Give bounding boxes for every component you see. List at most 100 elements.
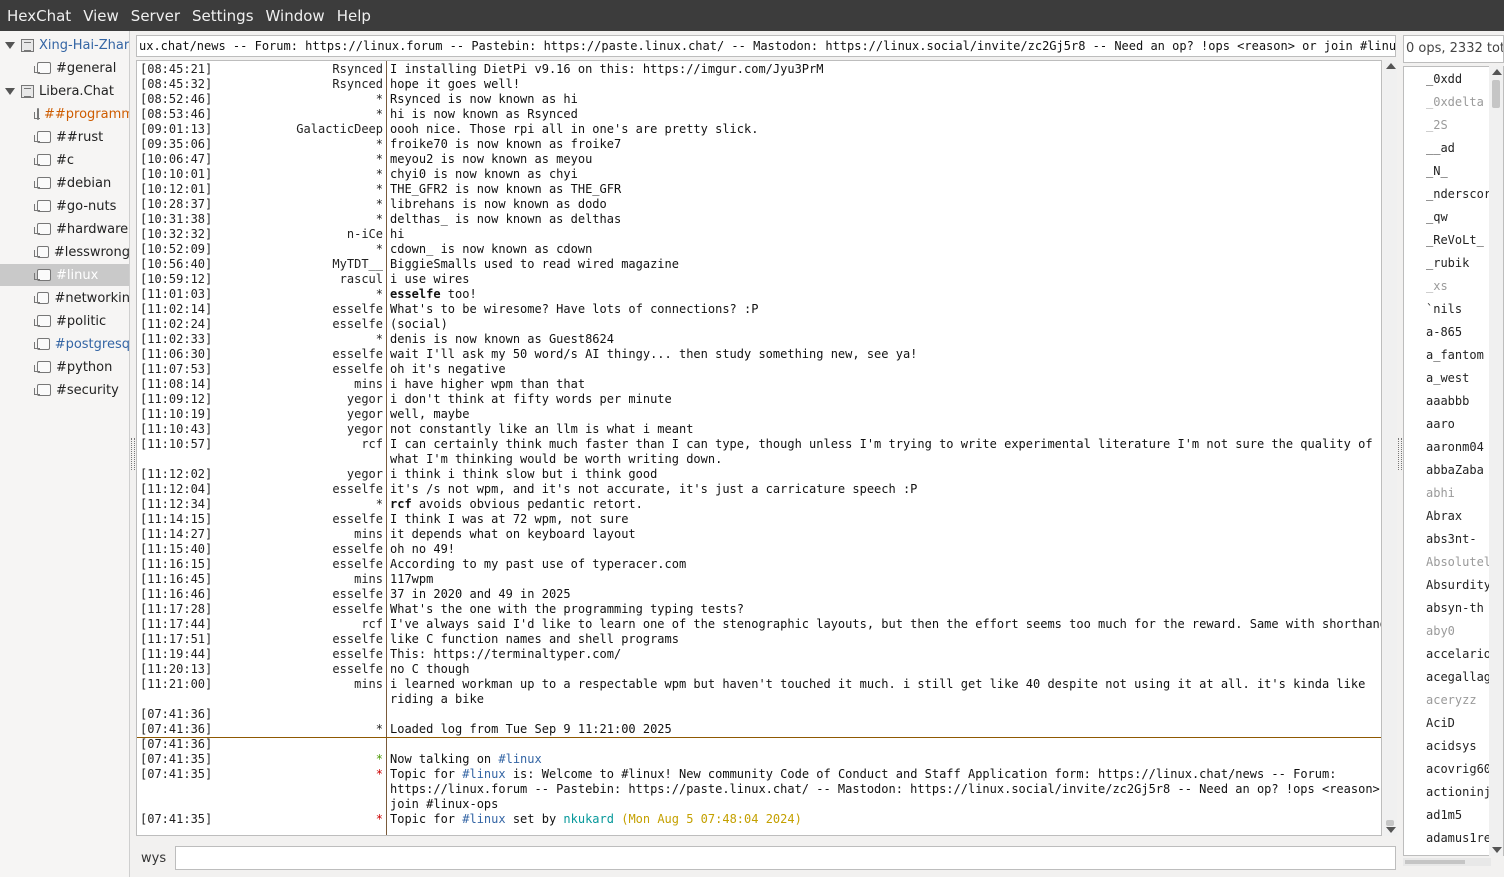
tree-channel-6[interactable]: #debian bbox=[0, 172, 129, 194]
user-list-item[interactable]: ad1m5 bbox=[1426, 805, 1462, 825]
user-list-item[interactable]: adamus1re bbox=[1426, 828, 1491, 848]
user-list-item[interactable]: accelario bbox=[1426, 644, 1491, 664]
nick[interactable]: * bbox=[376, 242, 383, 257]
nick[interactable]: * bbox=[376, 107, 383, 122]
user-list-item[interactable]: acidsys bbox=[1426, 736, 1477, 756]
chat-view[interactable]: [08:45:21] Rsynced I installing DietPi v9.… bbox=[136, 60, 1382, 836]
tree-channel-13[interactable]: #postgresq bbox=[0, 333, 129, 355]
user-list-item[interactable]: __ad bbox=[1426, 138, 1455, 158]
tree-channel-1[interactable]: #general bbox=[0, 57, 129, 79]
userlist-hscrollbar[interactable] bbox=[1403, 858, 1491, 866]
tree-channel-11[interactable]: #networkin bbox=[0, 287, 129, 309]
action-nick[interactable]: esselfe bbox=[390, 287, 441, 301]
sidebar-resize-handle[interactable] bbox=[131, 438, 135, 470]
user-list-item[interactable]: Abrax bbox=[1426, 506, 1462, 526]
nick[interactable]: * bbox=[376, 332, 383, 347]
nick[interactable]: yegor bbox=[347, 422, 383, 437]
scroll-thumb[interactable] bbox=[1492, 80, 1500, 108]
user-list-item[interactable]: _ReVoLt_ bbox=[1426, 230, 1484, 250]
user-list-item[interactable]: _qw bbox=[1426, 207, 1448, 227]
user-list-item[interactable]: a_west bbox=[1426, 368, 1469, 388]
menu-view[interactable]: View bbox=[83, 7, 119, 25]
nick[interactable]: mins bbox=[354, 527, 383, 542]
userlist-resize-handle[interactable] bbox=[1398, 438, 1402, 470]
nick[interactable]: * bbox=[376, 287, 383, 302]
nick[interactable]: n-iCe bbox=[347, 227, 383, 242]
user-list-item[interactable]: actioninj bbox=[1426, 782, 1491, 802]
nick[interactable]: mins bbox=[354, 377, 383, 392]
user-list-item[interactable]: _N_ bbox=[1426, 161, 1448, 181]
user-list-item[interactable]: aaro bbox=[1426, 414, 1455, 434]
tree-server-2[interactable]: Libera.Chat bbox=[0, 80, 129, 102]
nick[interactable]: esselfe bbox=[332, 632, 383, 647]
user-list-item[interactable]: `nils bbox=[1426, 299, 1462, 319]
tree-server-0[interactable]: Xing-Hai-Zhar bbox=[0, 34, 129, 56]
nick[interactable]: mins bbox=[354, 572, 383, 587]
nick-button[interactable]: wys bbox=[141, 851, 166, 866]
user-list-item[interactable]: a_fantom bbox=[1426, 345, 1484, 365]
user-list-item[interactable]: AciD bbox=[1426, 713, 1455, 733]
channel-link[interactable]: #linux bbox=[498, 752, 541, 766]
menu-window[interactable]: Window bbox=[266, 7, 325, 25]
nick[interactable]: mins bbox=[354, 677, 383, 692]
nick[interactable]: yegor bbox=[347, 392, 383, 407]
tree-channel-15[interactable]: #security bbox=[0, 379, 129, 401]
tree-channel-10[interactable]: #linux bbox=[0, 264, 129, 286]
nick[interactable]: esselfe bbox=[332, 347, 383, 362]
nick[interactable]: esselfe bbox=[332, 557, 383, 572]
tree-channel-9[interactable]: #lesswrong bbox=[0, 241, 129, 263]
user-list-item[interactable]: _nderscor bbox=[1426, 184, 1491, 204]
user-list-item[interactable]: a-865 bbox=[1426, 322, 1462, 342]
menu-server[interactable]: Server bbox=[131, 7, 180, 25]
user-list-item[interactable]: abs3nt- bbox=[1426, 529, 1477, 549]
tree-channel-7[interactable]: #go-nuts bbox=[0, 195, 129, 217]
nick[interactable]: * bbox=[376, 92, 383, 107]
menu-settings[interactable]: Settings bbox=[192, 7, 254, 25]
channel-link[interactable]: #linux bbox=[462, 767, 505, 781]
tree-channel-4[interactable]: ##rust bbox=[0, 126, 129, 148]
user-list-item[interactable]: absyn-th bbox=[1426, 598, 1484, 618]
user-list-item[interactable]: aaabbb bbox=[1426, 391, 1469, 411]
nick[interactable]: esselfe bbox=[332, 482, 383, 497]
nick[interactable]: rascul bbox=[340, 272, 383, 287]
chevron-down-icon[interactable] bbox=[4, 86, 15, 96]
nick[interactable]: esselfe bbox=[332, 542, 383, 557]
nick[interactable]: Rsynced bbox=[332, 77, 383, 92]
nick[interactable]: esselfe bbox=[332, 587, 383, 602]
tree-channel-12[interactable]: #politic bbox=[0, 310, 129, 332]
nick[interactable]: Rsynced bbox=[332, 62, 383, 77]
message-input[interactable] bbox=[175, 846, 1396, 870]
menu-help[interactable]: Help bbox=[337, 7, 371, 25]
nick[interactable]: * bbox=[376, 212, 383, 227]
nick[interactable]: esselfe bbox=[332, 647, 383, 662]
channel-link[interactable]: #linux bbox=[462, 812, 505, 826]
menu-hexchat[interactable]: HexChat bbox=[7, 7, 71, 25]
scroll-down-icon[interactable] bbox=[1386, 827, 1396, 833]
action-nick[interactable]: rcf bbox=[390, 497, 412, 511]
scroll-thumb[interactable] bbox=[1386, 820, 1394, 826]
scroll-down-icon[interactable] bbox=[1492, 847, 1502, 853]
scroll-up-icon[interactable] bbox=[1386, 63, 1396, 69]
nick[interactable]: * bbox=[376, 167, 383, 182]
nick[interactable]: * bbox=[376, 497, 383, 512]
tree-channel-5[interactable]: #c bbox=[0, 149, 129, 171]
user-list-item[interactable]: Absolutel bbox=[1426, 552, 1491, 572]
user-list-item[interactable]: aaronm04 bbox=[1426, 437, 1484, 457]
user-list-item[interactable]: aby0 bbox=[1426, 621, 1455, 641]
user-list-item[interactable]: _0xdd bbox=[1426, 69, 1462, 89]
tree-channel-14[interactable]: #python bbox=[0, 356, 129, 378]
user-list-item[interactable]: Absurdity bbox=[1426, 575, 1491, 595]
scroll-up-icon[interactable] bbox=[1492, 69, 1502, 75]
user-list-item[interactable]: aceryzz bbox=[1426, 690, 1477, 710]
user-list-item[interactable]: _2S bbox=[1426, 115, 1448, 135]
chat-scrollbar[interactable] bbox=[1383, 60, 1397, 836]
nick[interactable]: yegor bbox=[347, 467, 383, 482]
nick[interactable]: rcf bbox=[361, 617, 383, 632]
nick[interactable]: esselfe bbox=[332, 302, 383, 317]
topic-bar[interactable]: ux.chat/news -- Forum: https://linux.for… bbox=[136, 35, 1396, 57]
nick[interactable]: GalacticDeep bbox=[296, 122, 383, 137]
nick[interactable]: * bbox=[376, 722, 383, 737]
tree-channel-8[interactable]: #hardware bbox=[0, 218, 129, 240]
nick[interactable]: esselfe bbox=[332, 662, 383, 677]
tree-channel-3[interactable]: ##programm bbox=[0, 103, 129, 125]
